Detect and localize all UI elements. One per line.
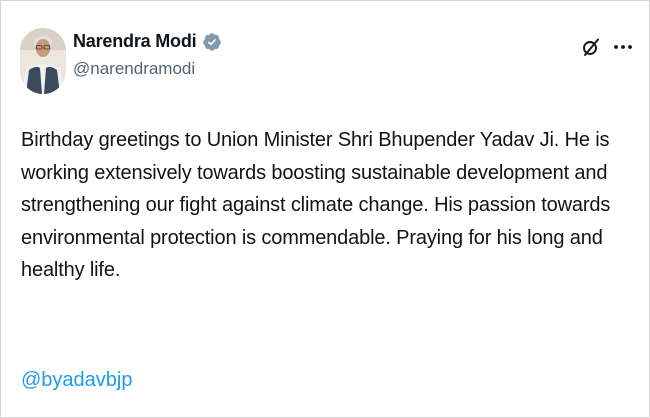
tweet-card: Narendra Modi @narendramodi Birthday gre… bbox=[0, 0, 650, 418]
avatar[interactable] bbox=[20, 28, 66, 94]
verified-badge-icon bbox=[202, 32, 222, 52]
tweet-text: Birthday greetings to Union Minister Shr… bbox=[21, 129, 611, 281]
mention-link[interactable]: @byadavbjp bbox=[21, 369, 132, 392]
author-name-row[interactable]: Narendra Modi bbox=[73, 31, 222, 52]
avatar-image bbox=[20, 28, 66, 94]
grok-icon[interactable] bbox=[581, 37, 601, 57]
author-handle[interactable]: @narendramodi bbox=[73, 59, 195, 79]
author-display-name[interactable]: Narendra Modi bbox=[73, 31, 197, 52]
more-options-icon[interactable] bbox=[612, 37, 634, 57]
